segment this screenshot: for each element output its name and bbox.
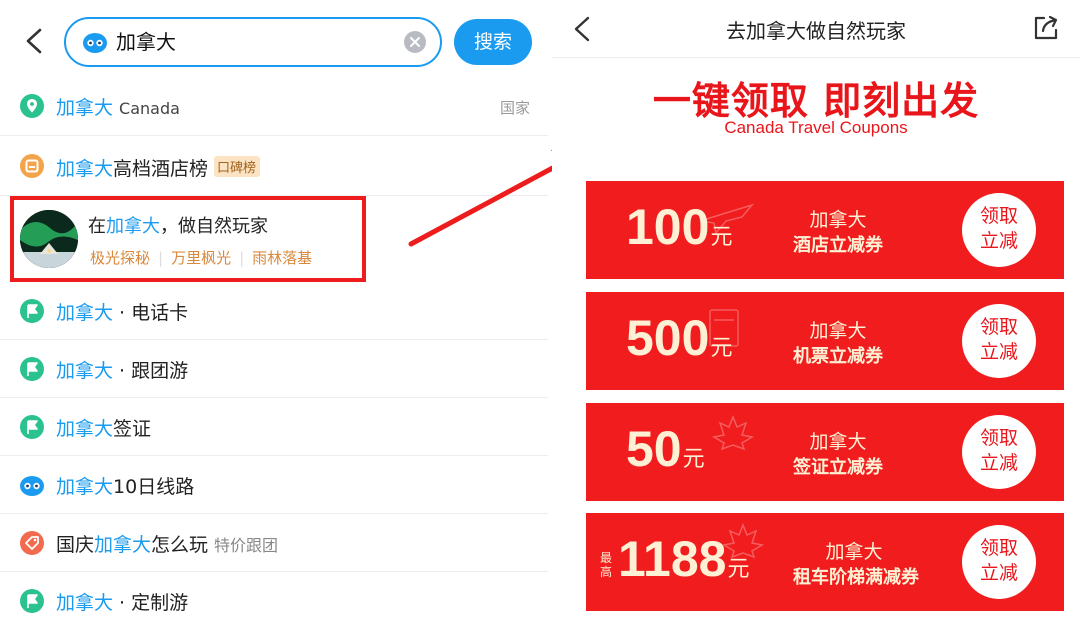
flag-icon [20,299,44,323]
list-item[interactable]: 国庆加拿大怎么玩 特价跟团 [0,514,548,572]
list-item-label: 加拿大 Canada [56,97,180,119]
list-item[interactable]: 加拿大签证 [0,398,548,456]
tag: 万里枫光 [171,249,232,267]
featured-suggestion-card[interactable]: 在加拿大，做自然玩家 极光探秘 | 万里枫光 | 雨林落基 [10,196,366,282]
tag: 极光探秘 [90,249,151,267]
coupon-amount: 500元 [626,310,733,366]
coupon-region: 加拿大 [809,431,867,453]
reputation-badge: 口碑榜 [214,156,261,177]
hotel-list-icon [20,154,44,178]
flight-coupon: 500元 加拿大 机票立减券 领取 立减 [586,292,1064,390]
claim-button[interactable]: 领取 立减 [962,525,1036,599]
list-item[interactable]: 加拿大 · 跟团游 [0,340,548,398]
flag-icon [20,357,44,381]
list-item[interactable]: 加拿大 · 定制游 [0,572,548,620]
coupon-type: 机票立减券 [793,346,883,367]
coupon-region: 加拿大 [825,541,883,563]
back-arrow-icon[interactable] [18,24,52,58]
price-tag-icon [20,531,44,555]
list-item-label: 加拿大10日线路 [56,476,195,498]
search-input[interactable]: 加拿大 [64,17,442,67]
hotel-coupon: 100元 加拿大 酒店立减券 领取 立减 [586,181,1064,279]
page-title: 去加拿大做自然玩家 [726,19,906,43]
app-mascot-icon [20,476,44,496]
list-item[interactable]: 加拿大 Canada 国家 [0,78,548,136]
visa-coupon: 50元 加拿大 签证立减券 领取 立减 [586,403,1064,501]
coupon-type: 签证立减券 [793,457,883,478]
list-item-label: 加拿大 · 跟团游 [56,360,189,382]
list-item-label: 加拿大 · 定制游 [56,592,189,614]
search-query-text: 加拿大 [116,30,176,54]
tag: 雨林落基 [252,249,313,267]
hero-subtitle: Canada Travel Coupons [724,118,908,137]
featured-tags: 极光探秘 | 万里枫光 | 雨林落基 [90,249,313,267]
list-item-label: 国庆加拿大怎么玩 特价跟团 [56,534,279,556]
search-suggestions-panel: 加拿大 搜索 加拿大 Canada 国家 加拿大高档酒店榜 口碑榜 在加拿大，做… [0,0,548,620]
search-bar: 加拿大 搜索 [0,0,548,82]
flag-icon [20,415,44,439]
list-item-label: 加拿大签证 [56,418,152,440]
coupon-type: 租车阶梯满减券 [793,567,919,588]
share-icon[interactable] [1032,14,1060,42]
coupon-type: 酒店立减券 [793,235,883,256]
featured-title: 在加拿大，做自然玩家 [88,216,268,237]
coupon-amount: 50元 [626,421,705,477]
coupon-amount: 100元 [626,199,733,255]
flag-icon [20,589,44,613]
list-item[interactable]: 加拿大 · 电话卡 [0,282,548,340]
coupon-region: 加拿大 [809,209,867,231]
clear-icon[interactable] [404,31,426,53]
aurora-thumbnail [20,210,78,268]
list-item[interactable]: 加拿大10日线路 [0,456,548,514]
coupon-page: 去加拿大做自然玩家 一键领取 即刻出发 Canada Travel Coupon… [552,0,1080,620]
hero-title: 一键领取 即刻出发 [652,79,980,123]
list-item-label: 加拿大 · 电话卡 [56,302,189,324]
coupon-prefix: 最高 [600,551,613,579]
maple-leaf-icon [711,414,755,451]
claim-button[interactable]: 领取 立减 [962,193,1036,267]
page-header: 去加拿大做自然玩家 [552,0,1080,58]
app-mascot-icon [83,33,107,53]
car-rental-coupon: 最高 1188元 加拿大 租车阶梯满减券 领取 立减 [586,513,1064,611]
list-item-label: 加拿大高档酒店榜 口碑榜 [56,154,261,181]
claim-button[interactable]: 领取 立减 [962,415,1036,489]
coupon-region: 加拿大 [809,320,867,342]
search-button[interactable]: 搜索 [454,19,532,65]
category-tag: 国家 [499,99,530,117]
location-pin-icon [20,94,44,118]
claim-button[interactable]: 领取 立减 [962,304,1036,378]
coupon-amount: 1188元 [618,531,750,587]
